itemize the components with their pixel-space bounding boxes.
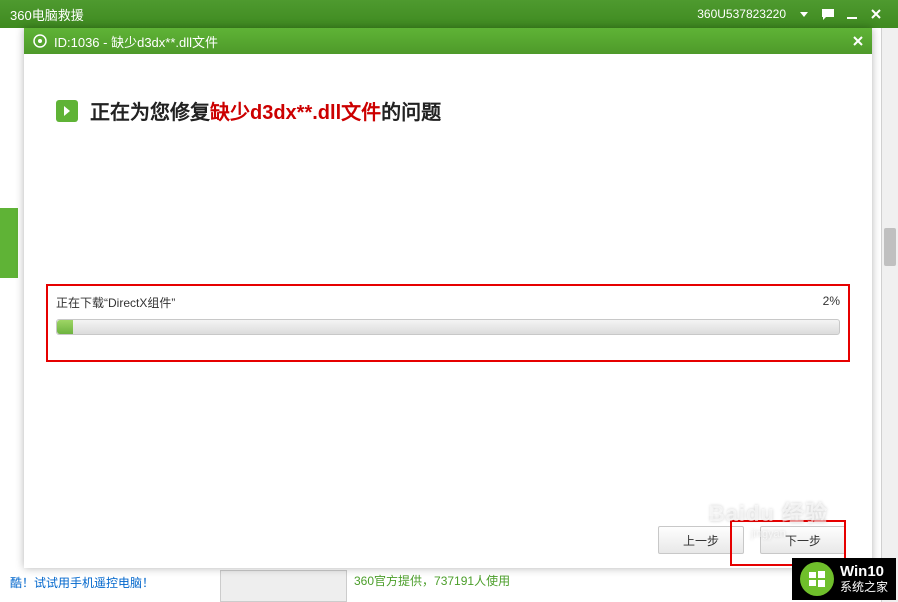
dropdown-icon[interactable] (794, 4, 814, 24)
next-button[interactable]: 下一步 (760, 526, 846, 554)
corner-badge-line1: Win10 (840, 563, 888, 580)
prev-button[interactable]: 上一步 (658, 526, 744, 554)
app-window: 360电脑救援 360U537823220 酷！试试用手机遥控电脑！ 360官方… (0, 0, 898, 602)
heading-part1: 正在为您修复 (90, 96, 210, 125)
bg-thumbnail (220, 570, 347, 602)
arrow-right-icon (56, 100, 78, 122)
titlebar-right-group: 360U537823220 (697, 4, 898, 24)
bg-bottom-link[interactable]: 酷！试试用手机遥控电脑！ (10, 574, 154, 591)
bg-bottom-mid: 360官方提供，737191人使用 (354, 572, 510, 589)
progress-inner: 正在下载“DirectX组件” 2% (56, 294, 840, 352)
download-percent: 2% (823, 294, 840, 311)
feedback-icon[interactable] (818, 4, 838, 24)
windows-icon (800, 562, 834, 596)
close-icon[interactable] (866, 4, 886, 24)
corner-badge: Win10 系统之家 (792, 558, 896, 600)
download-label-row: 正在下载“DirectX组件” 2% (56, 294, 840, 311)
button-row: 上一步 下一步 (658, 526, 846, 554)
heading-row: 正在为您修复 缺少d3dx**.dll文件 的问题 (56, 96, 441, 125)
dialog-close-button[interactable] (844, 28, 872, 54)
dialog-title: ID:1036 - 缺少d3dx**.dll文件 (54, 32, 844, 51)
scrollbar[interactable] (881, 28, 898, 602)
corner-badge-text: Win10 系统之家 (840, 563, 888, 594)
user-id-label: 360U537823220 (697, 7, 786, 21)
dialog-icon (32, 33, 48, 49)
heading-highlight: 缺少d3dx**.dll文件 (210, 96, 381, 125)
corner-badge-line2: 系统之家 (840, 581, 888, 595)
progress-highlight-frame: 正在下载“DirectX组件” 2% (46, 284, 850, 362)
bg-green-stripe (0, 208, 18, 278)
dialog-body: 正在为您修复 缺少d3dx**.dll文件 的问题 正在下载“DirectX组件… (24, 54, 872, 568)
progress-fill (57, 320, 73, 334)
dialog-titlebar: ID:1036 - 缺少d3dx**.dll文件 (24, 28, 872, 54)
download-label: 正在下载“DirectX组件” (56, 294, 823, 311)
scrollbar-thumb[interactable] (884, 228, 896, 266)
progress-bar (56, 319, 840, 335)
outer-titlebar: 360电脑救援 360U537823220 (0, 0, 898, 28)
app-title: 360电脑救援 (10, 5, 697, 24)
minimize-icon[interactable] (842, 4, 862, 24)
heading-part2: 的问题 (381, 96, 441, 125)
fix-dialog: ID:1036 - 缺少d3dx**.dll文件 正在为您修复 缺少d3dx**… (24, 28, 872, 568)
